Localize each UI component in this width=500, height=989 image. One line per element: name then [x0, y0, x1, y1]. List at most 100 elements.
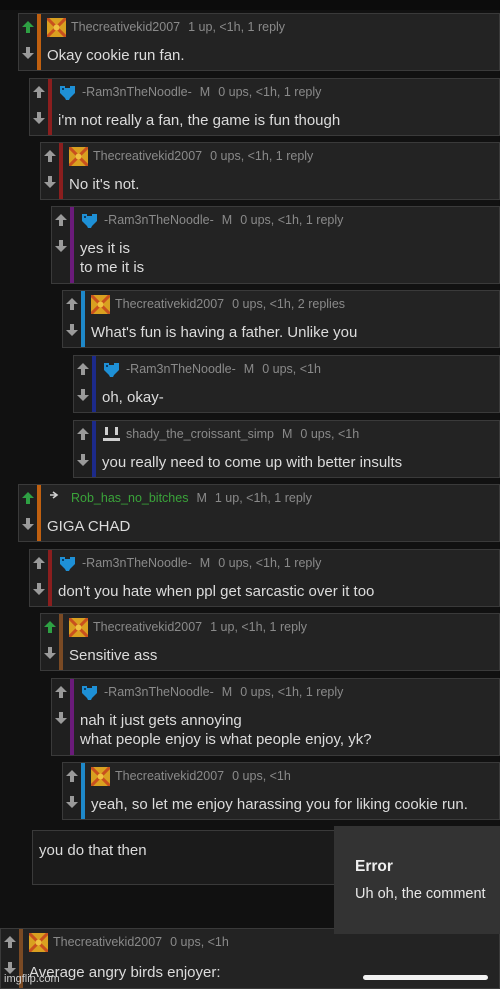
upvote-arrow-icon[interactable]	[19, 16, 37, 38]
comment-stats[interactable]: 1 up, <1h, 1 reply	[188, 20, 285, 34]
comment-line: yeah, so let me enjoy harassing you for …	[91, 796, 468, 813]
downvote-arrow-icon[interactable]	[19, 42, 37, 64]
heart-avatar-icon[interactable]	[58, 554, 77, 573]
creative-avatar-icon[interactable]	[47, 18, 66, 37]
creative-avatar-icon[interactable]	[91, 295, 110, 314]
heart-avatar-icon[interactable]	[80, 683, 99, 702]
comment-stats[interactable]: 0 ups, <1h	[262, 362, 321, 376]
creative-avatar-icon[interactable]	[69, 618, 88, 637]
comment-stats[interactable]: 0 ups, <1h	[300, 427, 359, 441]
creative-avatar-icon[interactable]	[91, 767, 110, 786]
username-link[interactable]: -Ram3nTheNoodle-	[82, 556, 192, 570]
downvote-arrow-icon[interactable]	[74, 449, 92, 471]
upvote-arrow-icon[interactable]	[74, 358, 92, 380]
upvote-arrow-icon[interactable]	[30, 552, 48, 574]
username-link[interactable]: Thecreativekid2007	[53, 935, 162, 949]
thread-depth-bar	[81, 291, 85, 347]
downvote-arrow-icon[interactable]	[63, 319, 81, 341]
reply-input[interactable]: you do that then	[32, 830, 372, 885]
downvote-arrow-icon[interactable]	[52, 235, 70, 257]
username-link[interactable]: -Ram3nTheNoodle-	[104, 685, 214, 699]
error-toast: Error Uh oh, the comment	[334, 826, 500, 934]
username-link[interactable]: Thecreativekid2007	[71, 20, 180, 34]
upvote-arrow-icon[interactable]	[1, 931, 19, 953]
heart-avatar-icon[interactable]	[102, 360, 121, 379]
mod-badge: M	[243, 362, 255, 376]
vote-column	[30, 550, 48, 606]
upvote-arrow-icon[interactable]	[30, 81, 48, 103]
username-link[interactable]: -Ram3nTheNoodle-	[126, 362, 236, 376]
comment-meta: Thecreativekid2007 1 up, <1h, 1 reply	[93, 620, 307, 634]
heart-avatar-icon[interactable]	[58, 83, 77, 102]
comment-stats[interactable]: 0 ups, <1h, 1 reply	[240, 685, 343, 699]
vote-column	[19, 485, 37, 541]
upvote-arrow-icon[interactable]	[74, 423, 92, 445]
upvote-arrow-icon[interactable]	[41, 145, 59, 167]
comment-card: -Ram3nTheNoodle- M 0 ups, <1h, 1 reply nah …	[51, 678, 500, 756]
heart-avatar-icon[interactable]	[80, 211, 99, 230]
upvote-arrow-icon[interactable]	[52, 209, 70, 231]
comment-meta: -Ram3nTheNoodle- M 0 ups, <1h, 1 reply	[82, 85, 321, 99]
comment-body: No it's not.	[69, 175, 139, 194]
thread-depth-bar	[48, 550, 52, 606]
vote-column	[74, 421, 92, 477]
vote-column	[63, 763, 81, 819]
downvote-arrow-icon[interactable]	[63, 791, 81, 813]
downvote-arrow-icon[interactable]	[74, 384, 92, 406]
home-indicator[interactable]	[363, 975, 488, 980]
comment-stats[interactable]: 0 ups, <1h	[170, 935, 229, 949]
comment-body: Okay cookie run fan.	[47, 46, 185, 65]
mod-badge: M	[199, 85, 211, 99]
downvote-arrow-icon[interactable]	[52, 707, 70, 729]
thread-depth-bar	[37, 14, 41, 70]
username-link[interactable]: Rob_has_no_bitches	[71, 491, 188, 505]
comment-stats[interactable]: 1 up, <1h, 1 reply	[215, 491, 312, 505]
upvote-arrow-icon[interactable]	[63, 765, 81, 787]
comment-meta: Thecreativekid2007 0 ups, <1h, 2 replies	[115, 297, 345, 311]
comment-body: i'm not really a fan, the game is fun th…	[58, 111, 340, 130]
comment-line: Sensitive ass	[69, 647, 158, 664]
comment-meta: Rob_has_no_bitches M 1 up, <1h, 1 reply	[71, 491, 312, 505]
comment-stats[interactable]: 0 ups, <1h, 1 reply	[210, 149, 313, 163]
username-link[interactable]: Thecreativekid2007	[93, 149, 202, 163]
downvote-arrow-icon[interactable]	[41, 642, 59, 664]
username-link[interactable]: Thecreativekid2007	[115, 297, 224, 311]
upvote-arrow-icon[interactable]	[63, 293, 81, 315]
vote-column	[63, 291, 81, 347]
upvote-arrow-icon[interactable]	[41, 616, 59, 638]
comment-body: you really need to come up with better i…	[102, 453, 402, 472]
downvote-arrow-icon[interactable]	[30, 107, 48, 129]
username-link[interactable]: Thecreativekid2007	[93, 620, 202, 634]
username-link[interactable]: shady_the_croissant_simp	[126, 427, 274, 441]
mod-badge: M	[199, 556, 211, 570]
comment-stats[interactable]: 0 ups, <1h, 1 reply	[218, 85, 321, 99]
downvote-arrow-icon[interactable]	[19, 513, 37, 535]
comment-meta: -Ram3nTheNoodle- M 0 ups, <1h, 1 reply	[104, 685, 343, 699]
username-link[interactable]: -Ram3nTheNoodle-	[104, 213, 214, 227]
downvote-arrow-icon[interactable]	[41, 171, 59, 193]
comment-body: GIGA CHAD	[47, 517, 130, 536]
imgflip-watermark: imgflip.com	[4, 973, 60, 985]
username-link[interactable]: -Ram3nTheNoodle-	[82, 85, 192, 99]
upvote-arrow-icon[interactable]	[19, 487, 37, 509]
comment-card: -Ram3nTheNoodle- M 0 ups, <1h, 1 reply yes …	[51, 206, 500, 284]
comment-stats[interactable]: 0 ups, <1h, 2 replies	[232, 297, 345, 311]
vote-column	[74, 356, 92, 412]
face-avatar-icon[interactable]	[102, 425, 121, 444]
comment-stats[interactable]: 1 up, <1h, 1 reply	[210, 620, 307, 634]
creative-avatar-icon[interactable]	[69, 147, 88, 166]
comment-body: nah it just gets annoying what people enj…	[80, 711, 372, 749]
comment-stats[interactable]: 0 ups, <1h, 1 reply	[218, 556, 321, 570]
comment-line: nah it just gets annoying	[80, 712, 242, 729]
comment-stats[interactable]: 0 ups, <1h, 1 reply	[240, 213, 343, 227]
thread-depth-bar	[48, 79, 52, 135]
rob-avatar-icon[interactable]	[47, 489, 66, 508]
comment-line: yes it is	[80, 240, 131, 257]
comment-stats[interactable]: 0 ups, <1h	[232, 769, 291, 783]
thread-depth-bar	[59, 143, 63, 199]
upvote-arrow-icon[interactable]	[52, 681, 70, 703]
creative-avatar-icon[interactable]	[29, 933, 48, 952]
username-link[interactable]: Thecreativekid2007	[115, 769, 224, 783]
downvote-arrow-icon[interactable]	[30, 578, 48, 600]
comment-body: What's fun is having a father. Unlike yo…	[91, 323, 357, 342]
